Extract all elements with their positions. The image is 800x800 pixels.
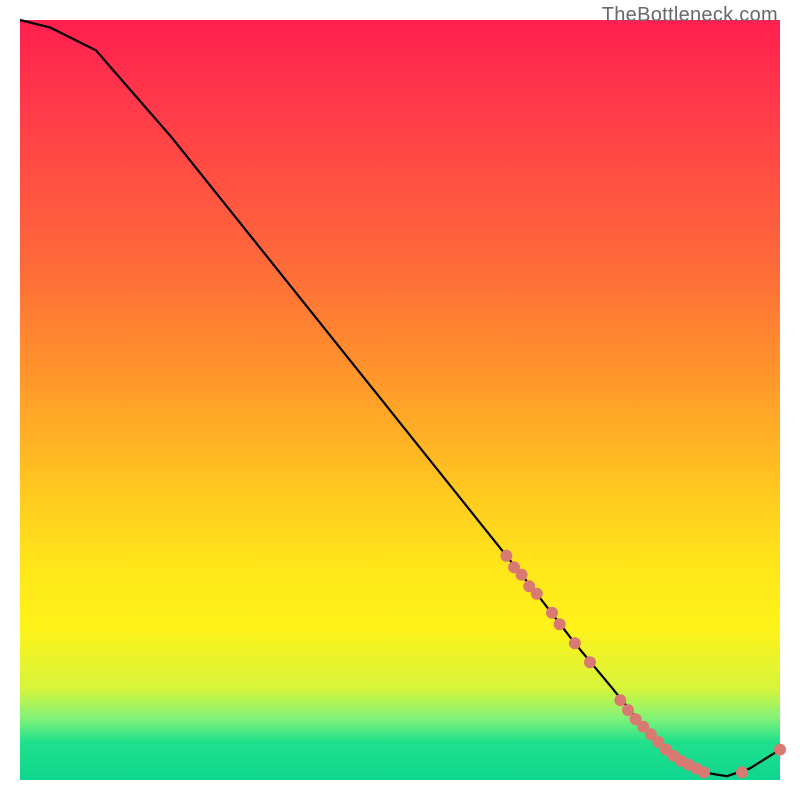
chart-marker [531,588,543,600]
chart-marker [774,744,786,756]
chart-marker [614,694,626,706]
chart-marker [698,766,710,778]
markers-group [500,550,786,779]
chart-marker [569,637,581,649]
chart-container: TheBottleneck.com [0,0,800,800]
chart-svg [20,20,780,780]
chart-marker [516,569,528,581]
chart-marker [500,550,512,562]
curve-line [20,20,780,776]
chart-marker [554,618,566,630]
chart-marker [546,607,558,619]
chart-marker [584,656,596,668]
chart-marker [736,766,748,778]
